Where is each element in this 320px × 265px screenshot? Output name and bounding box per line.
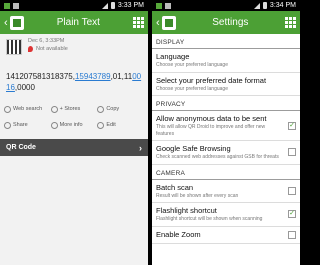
content-text-part: 141207581318375, [6, 72, 75, 81]
location-pin-icon [28, 46, 33, 52]
setting-summary: Result will be shown after every scan [156, 192, 239, 199]
back-icon[interactable]: ‹ [4, 17, 8, 29]
add-icon [50, 105, 58, 113]
section-header: DISPLAY [152, 34, 300, 49]
section-header: PRIVACY [152, 96, 300, 111]
scan-location: Not available [36, 46, 68, 52]
edit-button[interactable]: Edit [97, 119, 144, 131]
setting-checkbox[interactable] [288, 186, 296, 195]
status-bar: 3:33 PM [0, 0, 148, 11]
edit-icon [97, 121, 105, 129]
settings-screen: 3:34 PM ‹ Settings DISPLAY Language Choose… [152, 0, 300, 265]
status-bar: 3:34 PM [152, 0, 300, 11]
signal-icon [101, 2, 108, 9]
grid-menu-icon[interactable] [133, 17, 144, 28]
setting-item[interactable]: Enable Zoom [152, 227, 300, 244]
usb-icon [13, 2, 19, 9]
settings-list: DISPLAY Language Choose your preferred lan… [152, 34, 300, 244]
setting-summary: Check scanned web addresses against GSB … [156, 154, 279, 160]
more-info-button[interactable]: More info [50, 119, 98, 131]
action-label: More info [59, 122, 83, 128]
phone-link[interactable]: 15943789 [75, 72, 111, 81]
action-label: + Stores [59, 106, 81, 112]
setting-summary: Choose your preferred language [156, 85, 228, 92]
decoded-content: 141207581318375,15943789,01,110016,0000 [0, 67, 148, 101]
setting-checkbox[interactable]: ✓ [288, 210, 296, 219]
setting-title: Select your preferred date format [156, 75, 267, 85]
page-title: Plain Text [56, 17, 100, 28]
qr-thumbnail-icon [6, 39, 22, 55]
action-label: Copy [106, 106, 120, 112]
signal-icon [253, 2, 260, 9]
content-text-part: ,01,11 [110, 72, 133, 81]
setting-checkbox[interactable]: ✓ [288, 121, 296, 130]
setting-item[interactable]: Language Choose your preferred language [152, 49, 300, 73]
setting-title: Google Safe Browsing [156, 144, 231, 153]
section-header: CAMERA [152, 165, 300, 180]
app-notification-icon [4, 2, 10, 9]
battery-icon [262, 2, 267, 9]
globe-icon [4, 105, 11, 113]
more-info-icon [50, 121, 58, 129]
web-search-button[interactable]: Web search [4, 103, 51, 115]
qr-code-section[interactable]: QR Code › [0, 139, 148, 156]
back-icon[interactable]: ‹ [156, 17, 160, 29]
setting-item[interactable]: Allow anonymous data to be sent This will… [152, 111, 300, 141]
status-time: 3:34 PM [269, 2, 296, 9]
setting-title: Enable Zoom [156, 229, 201, 239]
action-bar: ‹ Settings [152, 11, 300, 34]
setting-item[interactable]: Select your preferred date format Choose … [152, 73, 300, 96]
plain-text-screen: 3:33 PM ‹ Plain Text Dec 6, 3:33PM Not a… [0, 0, 148, 265]
setting-item[interactable]: Flashlight shortcut Flashlight shortcut w… [152, 203, 300, 227]
content-text-part: ,0000 [14, 83, 35, 92]
share-icon [4, 121, 11, 129]
setting-title: Language [156, 52, 190, 61]
setting-checkbox[interactable] [288, 230, 296, 239]
setting-summary: This will allow QR Droid to improve and … [156, 124, 266, 137]
copy-button[interactable]: Copy [97, 103, 144, 115]
scan-date: Dec 6, 3:33PM [28, 38, 65, 44]
app-logo-icon[interactable] [161, 15, 176, 30]
action-bar: ‹ Plain Text [0, 11, 148, 34]
usb-icon [165, 2, 171, 9]
chevron-right-icon: › [139, 142, 142, 153]
share-button[interactable]: Share [4, 119, 51, 131]
battery-icon [110, 2, 115, 9]
action-label: Share [13, 122, 28, 128]
setting-item[interactable]: Batch scan Result will be shown after eve… [152, 180, 300, 203]
action-label: Web search [13, 106, 43, 112]
setting-checkbox[interactable] [288, 148, 296, 157]
setting-summary: Choose your preferred language [156, 62, 228, 68]
grid-menu-icon[interactable] [285, 17, 296, 28]
setting-summary: Flashlight shortcut will be shown when s… [156, 216, 263, 222]
app-notification-icon [156, 2, 162, 9]
app-logo-icon[interactable] [9, 15, 24, 30]
setting-title: Flashlight shortcut [156, 206, 217, 215]
copy-icon [97, 105, 105, 113]
action-label: Edit [106, 122, 116, 128]
status-time: 3:33 PM [117, 2, 144, 9]
stores-button[interactable]: + Stores [50, 103, 98, 115]
page-title: Settings [212, 17, 249, 28]
scan-info: Dec 6, 3:33PM Not available [0, 34, 148, 67]
action-grid: Web search + Stores Copy Share More info… [0, 101, 148, 133]
setting-item[interactable]: Google Safe Browsing Check scanned web ad… [152, 141, 300, 165]
setting-title: Batch scan [156, 182, 194, 192]
setting-title: Allow anonymous data to be sent [156, 114, 267, 123]
qr-code-label: QR Code [6, 144, 36, 151]
